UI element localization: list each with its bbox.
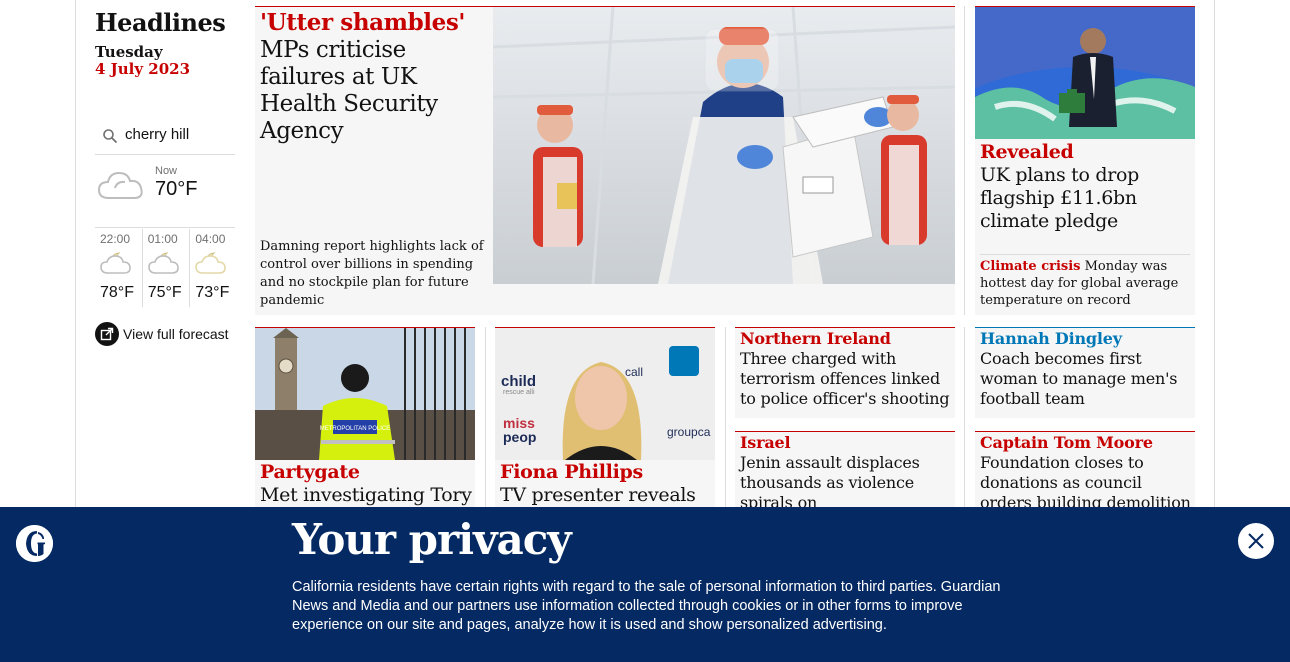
northern-ireland-story-card[interactable]: Northern Ireland Three charged with terr… <box>735 327 955 418</box>
partygate-story-title: Met investigating Tory <box>260 484 472 506</box>
forecast-hour: 01:00 75°F <box>143 229 191 307</box>
partygate-story-kicker: Partygate <box>260 461 360 483</box>
northern-ireland-story-headline: Northern Ireland Three charged with terr… <box>740 329 952 409</box>
view-full-forecast-label: View full forecast <box>123 326 229 342</box>
forecast-temperature: 78°F <box>100 284 134 301</box>
right-top-story-image <box>975 7 1195 139</box>
hannah-dingley-story-headline: Hannah Dingley Coach becomes first woman… <box>980 329 1192 409</box>
fiona-phillips-story-kicker: Fiona Phillips <box>500 461 643 483</box>
main-story-title: MPs criticise failures at UK Health Secu… <box>260 37 438 144</box>
israel-story-title: Jenin assault displaces thousands as vio… <box>740 453 920 512</box>
northern-ireland-story-kicker: Northern Ireland <box>740 329 891 348</box>
guardian-logo-icon <box>16 525 53 562</box>
right-top-story-card[interactable]: Revealed UK plans to drop flagship £11.6… <box>975 6 1195 315</box>
close-icon <box>1248 533 1264 549</box>
partygate-story-card[interactable]: METROPOLITAN POLICE Partygate Met invest… <box>255 327 475 517</box>
hannah-dingley-story-card[interactable]: Hannah Dingley Coach becomes first woman… <box>975 327 1195 418</box>
captain-tom-moore-story-headline: Captain Tom Moore Foundation closes to d… <box>980 433 1192 513</box>
fiona-phillips-story-image: child rescue alli miss peop call groupca <box>495 328 715 460</box>
israel-story-headline: Israel Jenin assault displaces thousands… <box>740 433 952 513</box>
police-vest-text: METROPOLITAN POLICE <box>320 426 391 432</box>
partly-cloudy-night-icon <box>100 252 131 274</box>
forecast-temperature: 73°F <box>195 284 230 301</box>
current-weather: Now 70°F <box>95 160 235 228</box>
captain-tom-moore-story-title: Foundation closes to donations as counci… <box>980 453 1191 512</box>
israel-story-kicker: Israel <box>740 433 791 452</box>
partly-cloudy-night-icon <box>147 252 179 274</box>
view-full-forecast-link[interactable]: View full forecast <box>95 322 229 346</box>
right-top-story-title: UK plans to drop flagship £11.6bn climat… <box>980 164 1140 232</box>
backdrop-text: call <box>625 365 643 379</box>
column-divider <box>964 327 965 517</box>
search-icon <box>103 129 118 144</box>
captain-tom-moore-story-kicker: Captain Tom Moore <box>980 433 1153 452</box>
backdrop-text: child <box>501 373 536 390</box>
date-full: 4 July 2023 <box>95 60 191 78</box>
partygate-story-headline: Partygate Met investigating Tory <box>260 461 472 507</box>
partygate-story-image: METROPOLITAN POLICE <box>255 328 475 460</box>
partly-cloudy-night-icon <box>195 252 227 274</box>
column-divider <box>964 6 965 315</box>
headlines-heading: Headlines <box>95 8 226 37</box>
forecast-hour: 22:00 78°F <box>95 229 143 307</box>
close-button[interactable] <box>1238 523 1274 559</box>
hourly-forecast: 22:00 78°F 01:00 75°F 04:00 73°F <box>95 229 238 307</box>
right-top-story-kicker: Revealed <box>980 141 1074 163</box>
column-divider <box>485 327 486 517</box>
northern-ireland-story-title: Three charged with terrorism offences li… <box>740 349 950 408</box>
main-story-kicker: 'Utter shambles' <box>260 9 466 36</box>
main-story-card[interactable]: 'Utter shambles' MPs criticise failures … <box>255 6 955 315</box>
fiona-phillips-story-card[interactable]: child rescue alli miss peop call groupca… <box>495 327 715 517</box>
privacy-banner: Your privacy California residents have c… <box>0 507 1290 662</box>
backdrop-text: rescue alli <box>503 389 535 396</box>
forecast-time: 04:00 <box>195 232 226 246</box>
sublink-kicker: Climate crisis <box>980 259 1081 274</box>
external-link-icon <box>95 322 119 346</box>
column-divider <box>725 327 726 517</box>
now-temperature: 70°F <box>155 178 198 200</box>
israel-story-card[interactable]: Israel Jenin assault displaces thousands… <box>735 431 955 517</box>
cloudy-icon <box>97 171 143 199</box>
forecast-time: 22:00 <box>100 232 131 246</box>
location-text: cherry hill <box>125 126 190 143</box>
forecast-temperature: 75°F <box>147 284 182 301</box>
forecast-time: 01:00 <box>147 232 178 246</box>
main-story-standfirst: Damning report highlights lack of contro… <box>260 239 484 308</box>
sublink[interactable]: Climate crisis Monday was hottest day fo… <box>980 254 1190 309</box>
forecast-hour: 04:00 73°F <box>190 229 238 307</box>
backdrop-text: groupca <box>667 425 711 439</box>
date-day: Tuesday <box>95 43 163 61</box>
privacy-body: California residents have certain rights… <box>292 579 1001 633</box>
backdrop-text: peop <box>503 429 536 445</box>
fiona-phillips-story-headline: Fiona Phillips TV presenter reveals <box>500 461 712 507</box>
right-top-story-headline: Revealed UK plans to drop flagship £11.6… <box>980 141 1190 233</box>
main-story-image <box>493 7 955 284</box>
main-story-headline: 'Utter shambles' MPs criticise failures … <box>260 9 485 145</box>
weather-location[interactable]: cherry hill <box>95 122 235 155</box>
fiona-phillips-story-title: TV presenter reveals <box>500 484 696 506</box>
hannah-dingley-story-kicker: Hannah Dingley <box>980 329 1122 348</box>
captain-tom-moore-story-card[interactable]: Captain Tom Moore Foundation closes to d… <box>975 431 1195 517</box>
hannah-dingley-story-title: Coach becomes first woman to manage men'… <box>980 349 1178 408</box>
privacy-title: Your privacy <box>292 515 572 564</box>
now-label: Now <box>155 165 178 177</box>
